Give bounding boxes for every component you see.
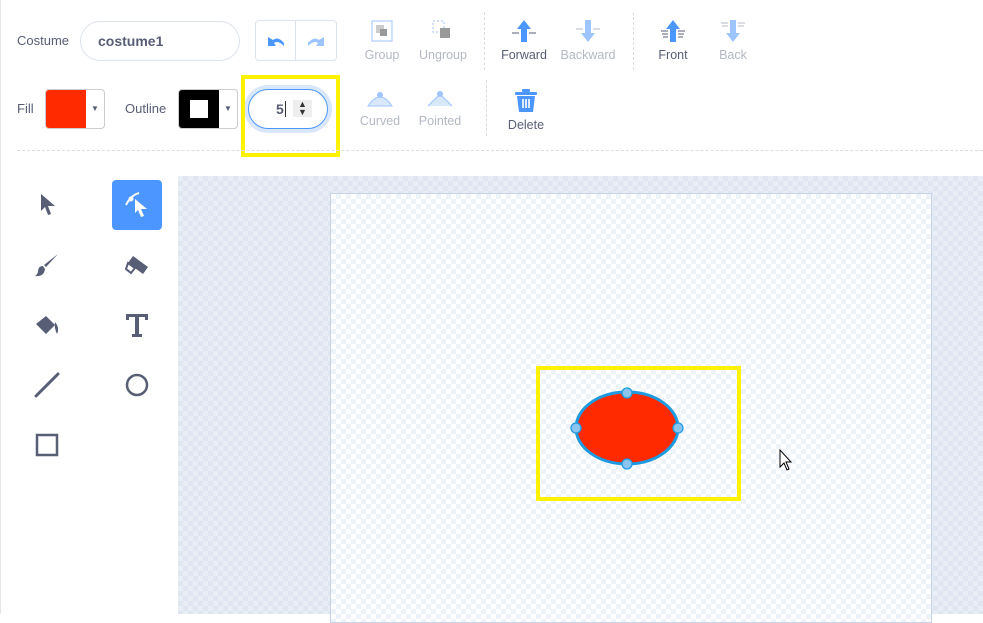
rectangle-icon	[35, 433, 59, 457]
fill-label: Fill	[17, 101, 34, 116]
highlight-box	[536, 366, 741, 501]
fill-swatch	[46, 90, 86, 128]
arrow-cursor-icon	[41, 194, 55, 215]
eraser-icon	[124, 256, 148, 275]
curved-icon	[367, 92, 393, 107]
mouse-cursor-icon	[779, 448, 793, 471]
fill-tool[interactable]	[22, 300, 72, 350]
dropdown-caret-icon: ▼	[224, 104, 232, 113]
eraser-tool[interactable]	[112, 240, 162, 290]
pointed-icon	[427, 91, 453, 107]
outline-label: Outline	[125, 101, 167, 116]
costume-label: Costume	[17, 33, 70, 48]
curved-button[interactable]: Curved	[348, 88, 412, 128]
brush-icon	[35, 254, 58, 277]
dropdown-caret-icon: ▼	[91, 104, 99, 113]
back-arrow-icon	[721, 20, 745, 42]
text-tool[interactable]	[112, 300, 162, 350]
ungroup-icon	[432, 20, 450, 38]
ungroup-button[interactable]: Ungroup	[411, 18, 475, 62]
fill-color-picker[interactable]: ▼	[45, 89, 105, 129]
outline-swatch	[179, 90, 219, 128]
canvas-area[interactable]	[178, 176, 983, 623]
undo-button[interactable]	[256, 21, 297, 60]
costume-name-input[interactable]	[80, 21, 240, 61]
line-icon	[34, 372, 60, 398]
brush-tool[interactable]	[22, 240, 72, 290]
redo-button[interactable]	[296, 21, 336, 60]
front-button[interactable]: Front	[641, 18, 705, 62]
reshape-icon	[125, 192, 147, 217]
forward-arrow-icon	[512, 20, 536, 42]
highlight-box	[241, 75, 340, 157]
line-tool[interactable]	[22, 360, 72, 410]
front-arrow-icon	[661, 20, 685, 42]
group-button[interactable]: Group	[350, 18, 414, 62]
trash-icon	[515, 89, 537, 112]
redo-icon	[308, 36, 324, 46]
reshape-tool[interactable]	[112, 180, 162, 230]
forward-button[interactable]: Forward	[492, 18, 556, 62]
undo-icon	[267, 36, 284, 46]
circle-icon	[125, 373, 149, 397]
back-button[interactable]: Back	[701, 18, 765, 62]
delete-button[interactable]: Delete	[494, 88, 558, 132]
backward-button[interactable]: Backward	[556, 18, 620, 62]
group-icon	[371, 20, 393, 42]
backward-arrow-icon	[576, 20, 600, 42]
pointed-button[interactable]: Pointed	[408, 88, 472, 128]
select-tool[interactable]	[22, 180, 72, 230]
paint-bucket-icon	[36, 316, 59, 334]
outline-color-picker[interactable]: ▼	[178, 89, 238, 129]
rectangle-tool[interactable]	[22, 420, 72, 470]
circle-tool[interactable]	[112, 360, 162, 410]
text-icon	[126, 314, 148, 337]
